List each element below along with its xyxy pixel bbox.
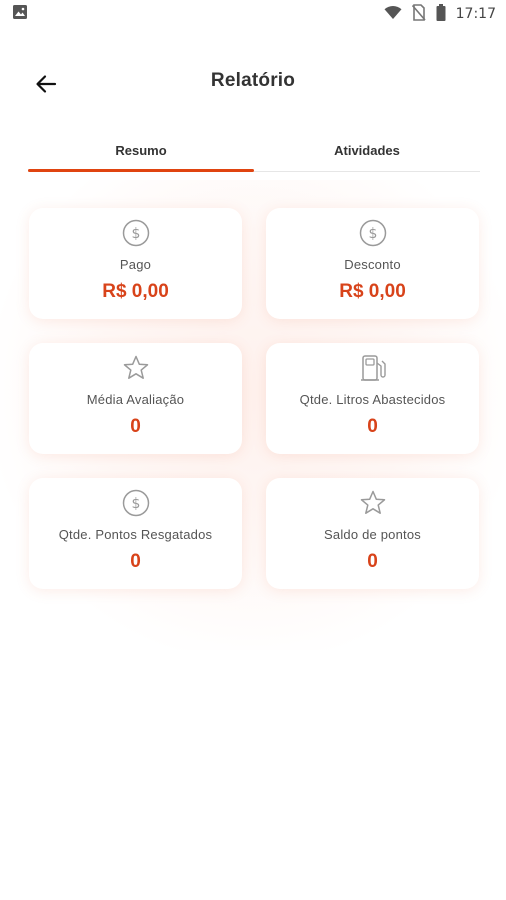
card-pontos-resgatados: $ Qtde. Pontos Resgatados 0 [29,478,242,589]
card-label: Saldo de pontos [324,527,421,542]
tab-bar: Resumo Atividades [28,138,480,172]
summary-grid: $ Pago R$ 0,00 $ Desconto R$ 0,00 Média … [29,208,479,589]
tab-atividades[interactable]: Atividades [254,138,480,171]
svg-text:$: $ [131,226,140,242]
fuel-pump-icon [358,353,388,383]
app-bar: Relatório [0,60,506,108]
page-title: Relatório [210,70,296,91]
card-litros-abastecidos: Qtde. Litros Abastecidos 0 [266,343,479,454]
card-value: R$ 0,00 [339,281,406,302]
image-icon [12,4,28,24]
card-label: Média Avaliação [86,392,185,407]
card-label: Qtde. Pontos Resgatados [58,527,213,542]
star-icon [358,488,388,518]
status-bar: 17:17 [0,0,506,28]
status-icons: 17:17 [384,3,496,25]
battery-icon [436,3,446,25]
card-value: 0 [130,551,141,572]
svg-text:$: $ [368,226,377,242]
dollar-circle-icon: $ [121,488,151,518]
card-label: Pago [119,257,152,272]
dollar-circle-icon: $ [121,218,151,248]
wifi-icon [384,5,402,24]
star-icon [121,353,151,383]
card-value: 0 [367,551,378,572]
card-label: Desconto [344,257,401,272]
card-label: Qtde. Litros Abastecidos [299,392,446,407]
status-time: 17:17 [455,6,496,22]
svg-text:$: $ [131,496,140,512]
tab-resumo[interactable]: Resumo [28,138,254,172]
card-value: 0 [130,416,141,437]
no-sim-icon [411,3,426,25]
card-pago: $ Pago R$ 0,00 [29,208,242,319]
card-desconto: $ Desconto R$ 0,00 [266,208,479,319]
card-value: R$ 0,00 [102,281,169,302]
card-saldo-pontos: Saldo de pontos 0 [266,478,479,589]
dollar-circle-icon: $ [358,218,388,248]
card-value: 0 [367,416,378,437]
card-media-avaliacao: Média Avaliação 0 [29,343,242,454]
